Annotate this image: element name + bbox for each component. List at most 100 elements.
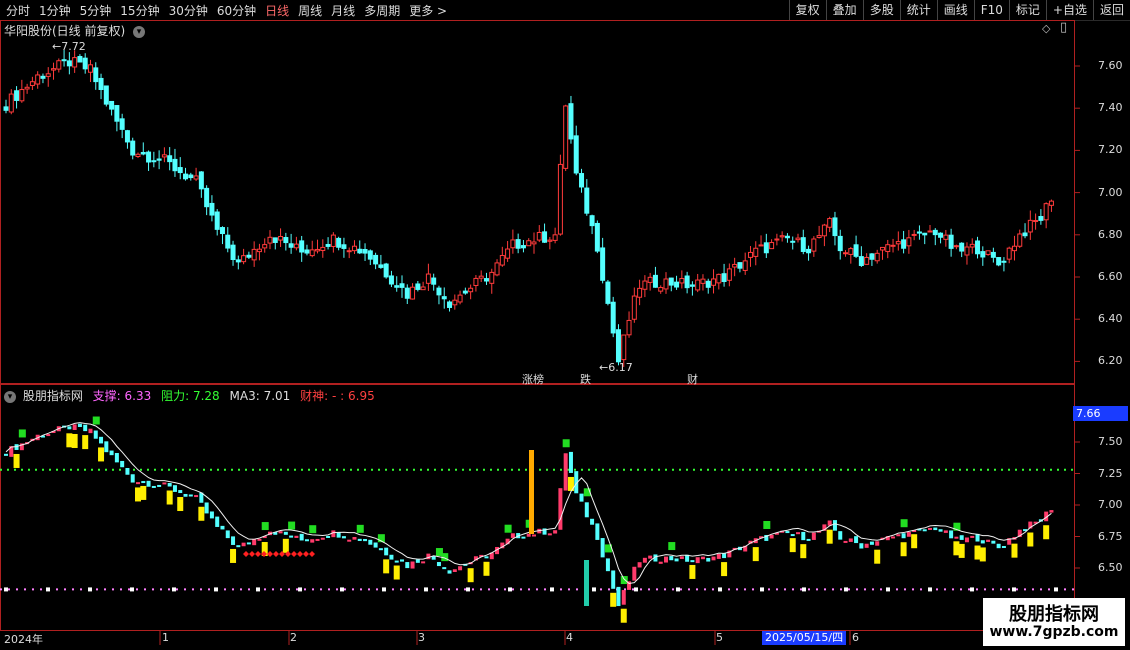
candle-body bbox=[816, 235, 822, 238]
candle-body bbox=[315, 248, 321, 252]
candle-body bbox=[806, 248, 812, 254]
indicator-bar bbox=[568, 451, 573, 473]
candle-body bbox=[959, 242, 965, 252]
indicator-bar bbox=[378, 548, 383, 551]
support-marker bbox=[214, 587, 218, 592]
indicator-bar bbox=[896, 534, 901, 537]
indicator-bar bbox=[648, 555, 653, 559]
signal-green bbox=[668, 542, 676, 551]
candle-body bbox=[156, 158, 162, 161]
price-tick-label: 6.20 bbox=[1098, 354, 1123, 368]
signal-yellow bbox=[800, 544, 807, 559]
signal-yellow bbox=[282, 538, 289, 553]
kline-chart[interactable] bbox=[0, 0, 1130, 650]
indicator-bar bbox=[642, 557, 647, 563]
candle-body bbox=[906, 237, 912, 247]
candle-body bbox=[40, 75, 46, 79]
candle-body bbox=[494, 262, 500, 276]
candle-body bbox=[473, 277, 479, 286]
candle-body bbox=[700, 278, 706, 284]
price-tick-label: 7.00 bbox=[1098, 185, 1123, 199]
candle-body bbox=[373, 254, 379, 265]
candle-body bbox=[732, 263, 738, 268]
date-tick-label: 1 bbox=[162, 631, 169, 644]
candle-body bbox=[457, 294, 463, 303]
indicator-bar bbox=[669, 556, 674, 561]
candle-body bbox=[996, 257, 1002, 266]
indicator-bar bbox=[933, 527, 938, 531]
indicator-bar bbox=[400, 559, 404, 562]
candle-body bbox=[579, 173, 585, 188]
indicator-bar bbox=[547, 533, 552, 536]
indicator-tick-label: 7.50 bbox=[1098, 435, 1123, 448]
signal-yellow bbox=[620, 608, 627, 623]
candle-body bbox=[526, 240, 532, 247]
indicator-bar bbox=[447, 570, 452, 574]
candle-body bbox=[82, 57, 88, 70]
candle-body bbox=[879, 246, 885, 251]
indicator-bar bbox=[136, 482, 140, 485]
candle-body bbox=[309, 249, 315, 257]
badge-limit-up[interactable]: 涨榜 bbox=[522, 371, 544, 387]
candle-body bbox=[383, 263, 389, 278]
candle-body bbox=[864, 256, 870, 265]
signal-green bbox=[261, 522, 269, 531]
candle-body bbox=[87, 64, 93, 73]
signal-yellow bbox=[1027, 532, 1034, 547]
badge-fall[interactable]: 跌 bbox=[580, 371, 591, 387]
candle-body bbox=[631, 295, 637, 320]
candle-body bbox=[916, 231, 922, 234]
indicator-tick-label: 6.75 bbox=[1098, 529, 1123, 543]
candle-body bbox=[351, 245, 357, 252]
signal-yellow bbox=[958, 543, 965, 558]
candle-body bbox=[885, 244, 891, 253]
indicator-bar bbox=[616, 586, 621, 607]
candle-body bbox=[695, 279, 701, 291]
candle-body bbox=[172, 158, 178, 172]
candle-body bbox=[505, 248, 511, 259]
indicator-bar bbox=[83, 424, 88, 432]
price-tick-label: 7.60 bbox=[1098, 59, 1123, 72]
indicator-bar bbox=[220, 525, 225, 530]
candle-body bbox=[901, 239, 907, 249]
indicator-bar bbox=[928, 527, 932, 530]
candle-body bbox=[293, 243, 299, 249]
candle-body bbox=[573, 135, 579, 174]
candle-body bbox=[600, 247, 606, 281]
indicator-bar bbox=[157, 484, 162, 487]
indicator-tick-label: 7.00 bbox=[1098, 498, 1123, 511]
indicator-bar bbox=[600, 538, 605, 558]
signal-yellow bbox=[177, 497, 184, 512]
candle-body bbox=[790, 240, 796, 243]
indicator-bar bbox=[421, 561, 426, 564]
candle-body bbox=[447, 301, 453, 308]
price-tick-label: 6.80 bbox=[1098, 227, 1123, 241]
candle-body bbox=[711, 278, 717, 286]
candle-body bbox=[462, 290, 468, 294]
indicator-bar bbox=[980, 540, 985, 544]
support-marker bbox=[172, 587, 176, 592]
indicator-bar bbox=[352, 537, 357, 540]
support-marker bbox=[382, 587, 386, 592]
candle-body bbox=[605, 281, 611, 304]
signal-yellow bbox=[789, 538, 796, 553]
candle-body bbox=[774, 238, 780, 241]
support-marker bbox=[88, 587, 92, 592]
indicator-bar bbox=[246, 542, 251, 545]
date-tick-label: 3 bbox=[418, 631, 425, 644]
signal-yellow bbox=[826, 529, 833, 544]
indicator-bar bbox=[891, 536, 896, 539]
indicator-bar bbox=[326, 535, 331, 538]
indicator-bar bbox=[405, 562, 410, 569]
signal-yellow bbox=[953, 541, 960, 556]
candle-body bbox=[1043, 203, 1049, 221]
signal-green bbox=[309, 525, 317, 534]
candle-body bbox=[668, 277, 674, 286]
badge-finance[interactable]: 财 bbox=[687, 371, 698, 387]
date-tick-label: 6 bbox=[852, 631, 859, 644]
date-tick-label: 2 bbox=[290, 631, 297, 644]
candle-body bbox=[716, 273, 722, 284]
support-marker bbox=[970, 587, 974, 592]
indicator-bar bbox=[991, 540, 996, 544]
candle-body bbox=[193, 175, 199, 180]
